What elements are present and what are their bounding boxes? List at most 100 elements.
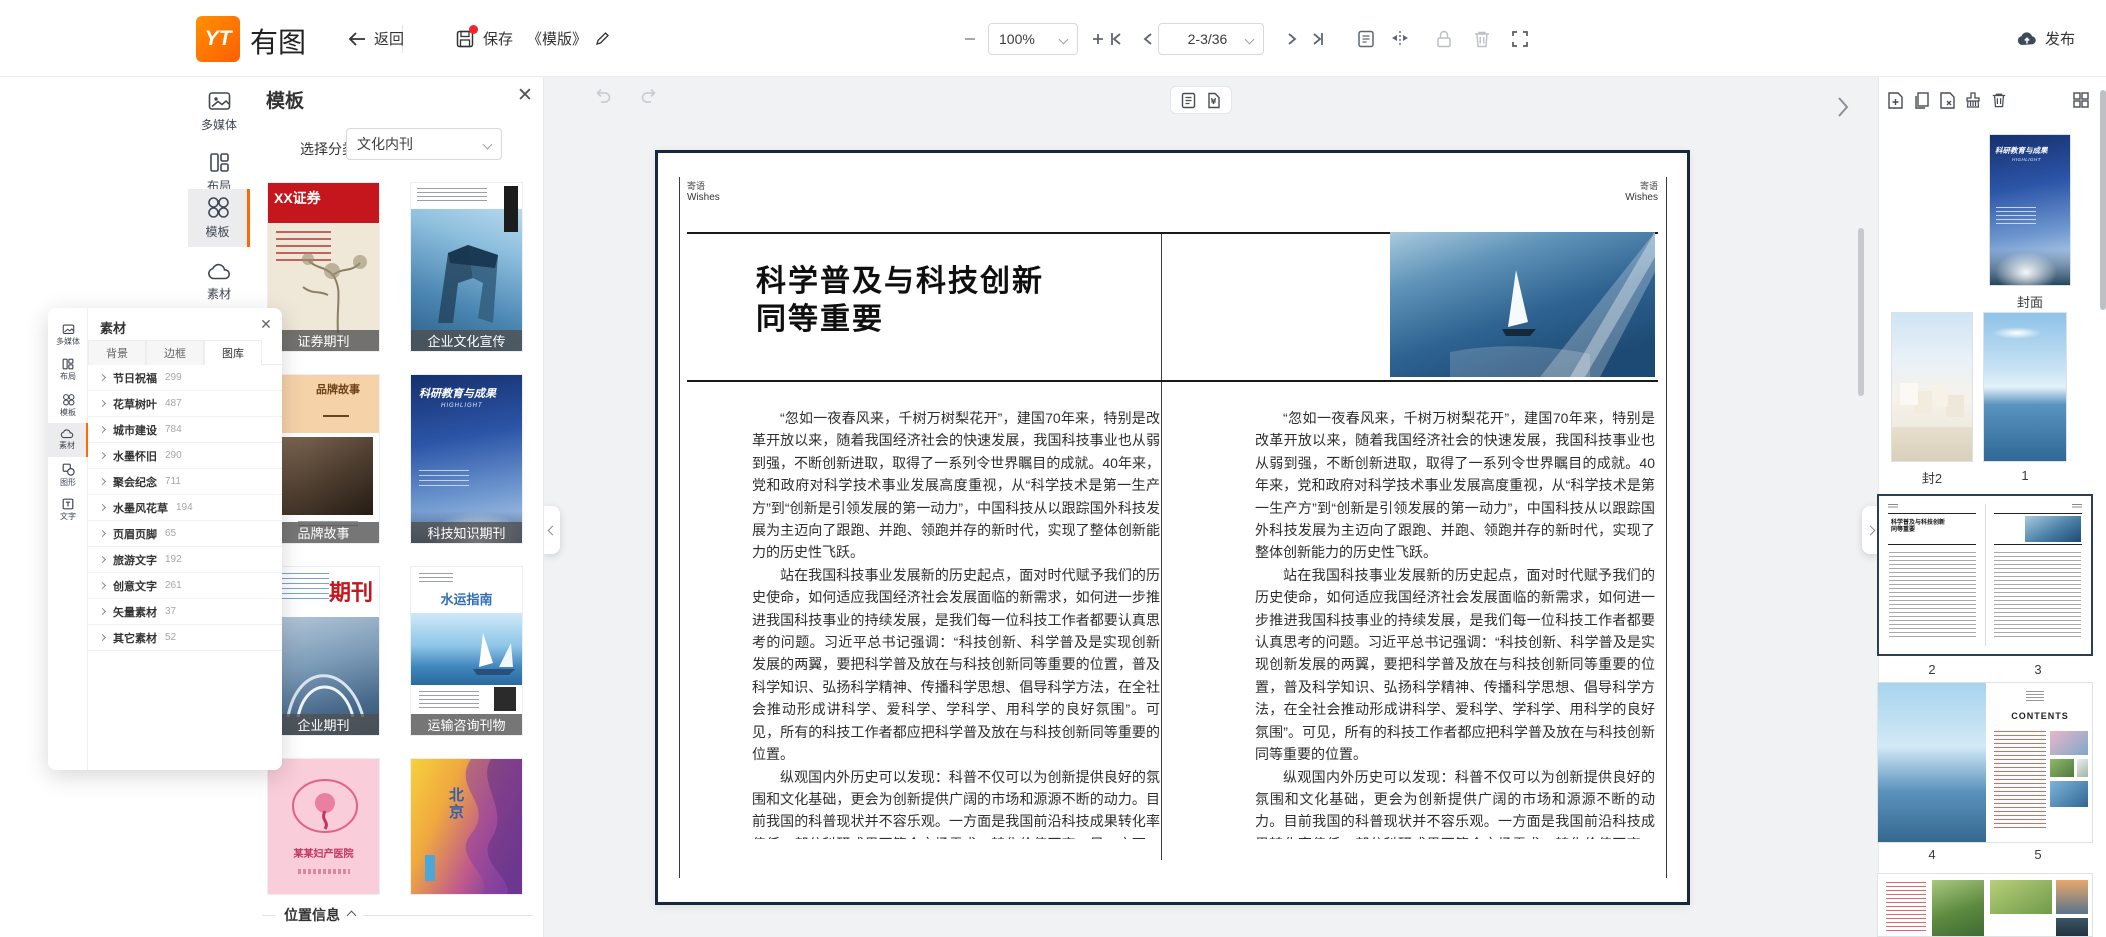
paragraph: 站在我国科技事业发展新的历史起点，面对时代赋予我们的历史使命，如何适应我国经济社… <box>1255 564 1655 766</box>
page-indicator-select[interactable]: 2-3/36 <box>1158 23 1264 55</box>
tab-background[interactable]: 背景 <box>88 340 146 365</box>
sailboat-photo[interactable] <box>1390 232 1655 377</box>
spread-view-icon[interactable] <box>1206 92 1221 109</box>
tab-gallery[interactable]: 图库 <box>204 340 262 365</box>
delete-page-icon[interactable] <box>1989 90 2009 110</box>
collapse-left-panel-handle[interactable] <box>544 506 560 554</box>
category-row[interactable]: 矢量素材37 <box>88 599 282 625</box>
canvas-scrollbar[interactable] <box>1858 228 1864 396</box>
prev-page-button[interactable] <box>1136 26 1160 52</box>
page-label[interactable]: 4 <box>1879 847 1985 862</box>
paragraph: 纵观国内外历史可以发现：科普不仅可以为创新提供良好的氛围和文化基础，更会为创新提… <box>752 766 1160 840</box>
save-button[interactable]: 保存 <box>455 0 513 77</box>
tab-border[interactable]: 边框 <box>146 340 204 365</box>
app-logo[interactable]: YT <box>196 16 240 62</box>
mini-sea-photo <box>1878 683 1986 842</box>
position-info-section[interactable]: 位置信息 <box>262 905 533 925</box>
assets-sidebar-item-text[interactable]: 文字 <box>48 493 88 527</box>
page-label[interactable]: 1 <box>1983 468 2067 483</box>
thumb-buildings <box>1900 383 1918 405</box>
mini-photo-water <box>2056 918 2088 936</box>
zoom-level-select[interactable]: 100% <box>988 23 1078 55</box>
category-row[interactable]: 花草树叶487 <box>88 391 282 417</box>
add-page-icon[interactable] <box>1885 90 1905 110</box>
text-column-page3[interactable]: “忽如一夜春风来，千树万树梨花开”，建国70年来，特别是改革开放以来，随着我国经… <box>1255 407 1655 839</box>
category-count: 290 <box>165 450 182 461</box>
template-card-brand-story[interactable]: 品牌故事 品牌故事 <box>267 374 380 544</box>
fullscreen-icon[interactable] <box>1508 26 1532 52</box>
publish-button[interactable]: 发布 <box>2016 0 2075 77</box>
template-card-hospital[interactable]: 某某妇产医院 <box>267 758 380 895</box>
undo-icon[interactable] <box>594 88 612 104</box>
assets-sidebar-label: 图形 <box>60 477 76 488</box>
edit-pencil-icon[interactable] <box>595 31 610 46</box>
template-card-corporate-culture[interactable]: 企业文化宣传 <box>410 182 523 352</box>
single-page-view-icon[interactable] <box>1181 92 1196 109</box>
page-thumb-cover[interactable]: 科研教育与成果 HIGHLIGHT <box>1989 134 2071 286</box>
assets-sidebar-item-media[interactable]: 多媒体 <box>48 318 88 352</box>
eyebrow-left[interactable]: 寄语 Wishes <box>687 181 720 203</box>
tab-label: 边框 <box>164 345 186 361</box>
page-label[interactable]: 5 <box>1985 847 2091 862</box>
template-card-waterway-guide[interactable]: 水运指南 运输咨询刊物 <box>410 566 523 736</box>
category-row[interactable]: 聚会纪念711 <box>88 469 282 495</box>
remove-page-icon[interactable] <box>1937 90 1957 110</box>
category-row[interactable]: 其它素材52 <box>88 625 282 651</box>
page-thumb-spread-next-partial[interactable] <box>1877 873 2093 937</box>
clear-page-icon[interactable] <box>1963 90 1983 110</box>
page-settings-icon[interactable] <box>1354 26 1378 52</box>
sidebar-item-media[interactable]: 多媒体 <box>188 85 250 137</box>
close-icon[interactable]: ✕ <box>258 316 274 332</box>
category-row[interactable]: 水墨怀旧290 <box>88 443 282 469</box>
delete-icon[interactable] <box>1470 26 1494 52</box>
ornate-emblem <box>290 777 360 835</box>
document-spread[interactable]: 寄语 Wishes 寄语 Wishes <box>655 150 1690 905</box>
template-card-science-journal[interactable]: 科研教育与成果 HIGHLIGHT 科技知识期刊 <box>410 374 523 544</box>
media-icon <box>62 324 75 335</box>
eyebrow-right[interactable]: 寄语 Wishes <box>1625 181 1658 203</box>
assets-mini-sidebar: 多媒体 布局 模板 素材 图形 文字 <box>48 308 88 770</box>
assets-sidebar-item-layout[interactable]: 布局 <box>48 353 88 387</box>
sidebar-item-template[interactable]: 模板 <box>188 189 250 247</box>
category-row[interactable]: 城市建设784 <box>88 417 282 443</box>
template-card-securities[interactable]: XX证券 证券期刊 <box>267 182 380 352</box>
category-row[interactable]: 水墨风花草194 <box>88 495 282 521</box>
template-card-enterprise-journal[interactable]: 期刊 企业期刊 <box>267 566 380 736</box>
zoom-out-button[interactable] <box>958 26 982 52</box>
back-button[interactable]: 返回 <box>348 0 404 77</box>
page-label[interactable]: 封2 <box>1891 468 1973 487</box>
assets-sidebar-item-template[interactable]: 模板 <box>48 388 88 422</box>
assets-sidebar-item-shapes[interactable]: 图形 <box>48 458 88 492</box>
first-page-button[interactable] <box>1104 26 1128 52</box>
mirror-align-icon[interactable] <box>1388 26 1412 52</box>
category-select[interactable]: 文化内刊 <box>346 128 502 160</box>
category-row[interactable]: 创意文字261 <box>88 573 282 599</box>
category-row[interactable]: 旅游文字192 <box>88 547 282 573</box>
redo-icon[interactable] <box>640 88 658 104</box>
page-thumb-1[interactable] <box>1983 312 2067 462</box>
grid-view-icon[interactable] <box>2071 90 2091 110</box>
page-thumb-spread-4-5[interactable]: CONTENTS <box>1877 682 2093 843</box>
assets-sidebar-label: 多媒体 <box>56 336 80 347</box>
page-thumb-spread-2-3-selected[interactable]: 科学普及与科技创新同等重要 <box>1877 494 2093 656</box>
sidebar-item-assets[interactable]: 素材 <box>188 257 250 309</box>
lock-icon[interactable] <box>1432 26 1456 52</box>
right-panel-collapse-chevron[interactable] <box>1836 96 1850 118</box>
category-row[interactable]: 节日祝福299 <box>88 365 282 391</box>
copy-page-icon[interactable] <box>1911 90 1931 110</box>
page-label[interactable]: 3 <box>1985 662 2091 677</box>
last-page-button[interactable] <box>1306 26 1330 52</box>
assets-sidebar-item-assets[interactable]: 素材 <box>48 423 88 457</box>
page-thumb-inside-cover[interactable] <box>1891 312 1973 462</box>
close-icon[interactable]: ✕ <box>514 85 536 107</box>
category-row[interactable]: 页眉页脚65 <box>88 521 282 547</box>
page-label[interactable]: 2 <box>1879 662 1985 677</box>
next-page-button[interactable] <box>1280 26 1304 52</box>
pages-panel-scrollbar[interactable] <box>2100 90 2106 310</box>
text-column-page2[interactable]: “忽如一夜春风来，千树万树梨花开”，建国70年来，特别是改革开放以来，随着我国经… <box>752 407 1160 839</box>
article-title[interactable]: 科学普及与科技创新 同等重要 <box>756 263 1044 339</box>
document-title[interactable]: 《模版》 <box>527 0 610 77</box>
template-card-beijing[interactable]: 北京 <box>410 758 523 895</box>
page-label-cover[interactable]: 封面 <box>1989 292 2071 311</box>
expand-right-panel-handle[interactable] <box>1862 506 1878 554</box>
